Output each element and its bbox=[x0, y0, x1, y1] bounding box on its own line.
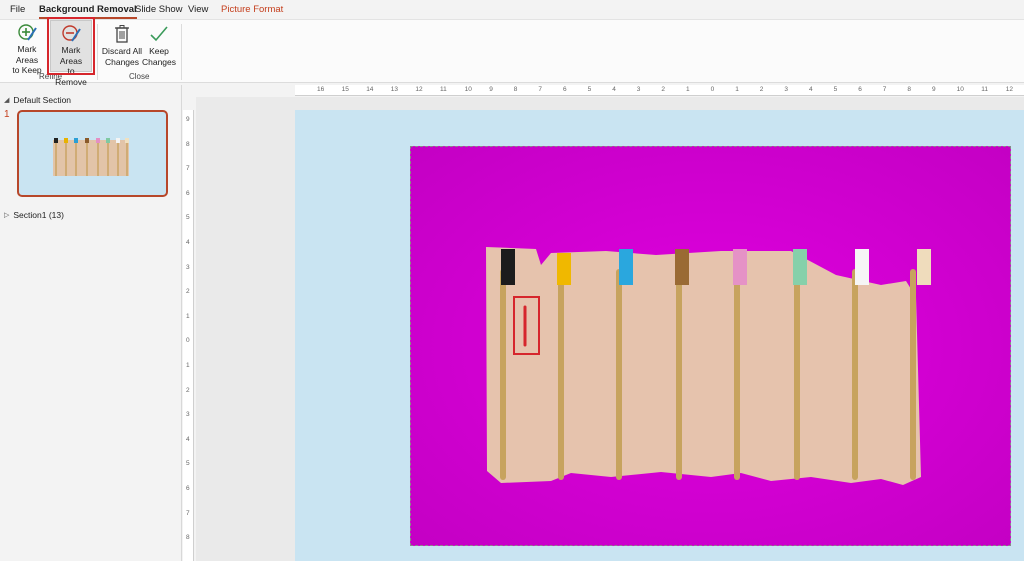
ruler-tick-label: 5 bbox=[833, 86, 838, 93]
tab-slide-show[interactable]: Slide Show bbox=[135, 4, 183, 15]
ruler-tick-label: 2 bbox=[759, 86, 764, 93]
tab-background-removal[interactable]: Background Removal bbox=[39, 4, 137, 19]
pencil-plus-icon bbox=[16, 22, 38, 44]
annotation-mark-box bbox=[513, 296, 540, 355]
ruler-tick-label: 12 bbox=[415, 86, 423, 93]
ruler-tick-label: 11 bbox=[440, 86, 447, 93]
horizontal-ruler: 16 15 14 13 12 11 10 9 8 7 6 5 4 3 2 1 0 1 2 3 4 5 6 7 8 9 10 11 12 bbox=[295, 85, 1024, 96]
ruler-tick-label: 3 bbox=[784, 86, 789, 93]
mark-areas-to-keep-button[interactable]: Mark Areas to Keep bbox=[6, 20, 48, 75]
ruler-tick-label: 9 bbox=[489, 86, 493, 93]
vertical-ruler: 9 8 7 6 5 4 3 2 1 0 1 2 3 4 5 6 7 8 bbox=[183, 110, 194, 561]
ruler-tick-label: 5 bbox=[186, 460, 190, 468]
ruler-tick-label: 6 bbox=[186, 189, 190, 197]
group-label-close: Close bbox=[129, 72, 150, 81]
ruler-tick-label: 2 bbox=[186, 288, 190, 296]
pencil-minus-icon bbox=[60, 23, 82, 45]
ruler-tick-label: 8 bbox=[907, 86, 912, 93]
section-default[interactable]: ◢ Default Section bbox=[4, 95, 71, 105]
ruler-tick-label: 13 bbox=[390, 86, 399, 93]
ruler-tick-label: 7 bbox=[186, 509, 190, 517]
ruler-tick-label: 6 bbox=[186, 485, 190, 492]
ruler-tick-label: 4 bbox=[809, 86, 813, 93]
ruler-tick-label: 8 bbox=[186, 140, 190, 148]
ruler-tick-label: 15 bbox=[341, 86, 349, 93]
section-section1[interactable]: ▷ Section1 (13) bbox=[4, 210, 64, 220]
ruler-tick-label: 10 bbox=[464, 86, 472, 93]
ribbon: Mark Areas to Keep Mark Areas to Remove … bbox=[0, 19, 1024, 87]
ruler-tick-label: 10 bbox=[956, 86, 964, 93]
panel-divider bbox=[181, 85, 182, 561]
ruler-tick-label: 1 bbox=[186, 312, 190, 320]
tab-view[interactable]: View bbox=[188, 4, 208, 15]
discard-all-changes-button[interactable]: Discard All Changes bbox=[101, 20, 143, 72]
slide-thumbnail[interactable] bbox=[17, 110, 168, 197]
ruler-tick-label: 4 bbox=[186, 239, 190, 246]
toothbrush-photo bbox=[411, 147, 1010, 545]
ruler-tick-label: 1 bbox=[186, 362, 190, 369]
ruler-tick-label: 7 bbox=[186, 165, 190, 173]
ruler-tick-label: 3 bbox=[636, 86, 641, 93]
ruler-tick-label: 6 bbox=[858, 86, 862, 93]
ruler-tick-label: 7 bbox=[882, 86, 887, 93]
ruler-tick-label: 0 bbox=[186, 337, 190, 345]
ruler-tick-label: 16 bbox=[317, 86, 325, 93]
ruler-tick-label: 12 bbox=[1005, 86, 1014, 93]
thumbnail-picture bbox=[50, 134, 132, 178]
ruler-tick-label: 6 bbox=[563, 86, 567, 93]
expand-triangle-icon: ▷ bbox=[4, 212, 10, 219]
tab-picture-format[interactable]: Picture Format bbox=[221, 4, 283, 15]
ruler-tick-label: 7 bbox=[538, 86, 543, 93]
ruler-tick-label: 5 bbox=[186, 214, 190, 222]
ruler-tick-label: 4 bbox=[186, 435, 190, 443]
slide-number: 1 bbox=[4, 109, 10, 120]
ruler-tick-label: 1 bbox=[735, 86, 739, 93]
ruler-tick-label: 11 bbox=[981, 86, 988, 93]
group-label-refine: Refine bbox=[39, 72, 63, 81]
group-separator bbox=[181, 24, 182, 80]
ruler-tick-label: 9 bbox=[186, 116, 190, 123]
ruler-tick-label: 9 bbox=[932, 86, 936, 93]
group-separator bbox=[97, 24, 98, 80]
tab-file[interactable]: File bbox=[10, 4, 25, 15]
ruler-tick-label: 5 bbox=[587, 86, 592, 93]
ruler-tick-label: 0 bbox=[710, 86, 715, 93]
ruler-tick-label: 1 bbox=[686, 86, 690, 93]
picture-with-removal-overlay[interactable] bbox=[410, 146, 1011, 546]
ruler-tick-label: 3 bbox=[186, 411, 190, 419]
mark-areas-to-remove-button[interactable]: Mark Areas to Remove bbox=[50, 20, 92, 87]
ruler-tick-label: 8 bbox=[513, 86, 518, 93]
ruler-tick-label: 2 bbox=[661, 86, 666, 93]
powerpoint-window: File Background Removal Slide Show View … bbox=[0, 0, 1024, 561]
menu-bar: File Background Removal Slide Show View … bbox=[0, 0, 1024, 20]
ruler-tick-label: 4 bbox=[612, 86, 616, 93]
ruler-tick-label: 14 bbox=[366, 86, 374, 93]
ruler-tick-label: 8 bbox=[186, 534, 190, 542]
slide-thumbnail-panel: ◢ Default Section 1 ▷ Section1 (13) bbox=[0, 85, 181, 561]
ruler-tick-label: 3 bbox=[186, 263, 190, 271]
keep-changes-button[interactable]: Keep Changes bbox=[141, 20, 177, 72]
ruler-tick-label: 2 bbox=[186, 386, 190, 394]
trash-icon bbox=[112, 22, 132, 46]
checkmark-icon bbox=[149, 22, 169, 46]
collapse-triangle-icon: ◢ bbox=[4, 97, 10, 104]
